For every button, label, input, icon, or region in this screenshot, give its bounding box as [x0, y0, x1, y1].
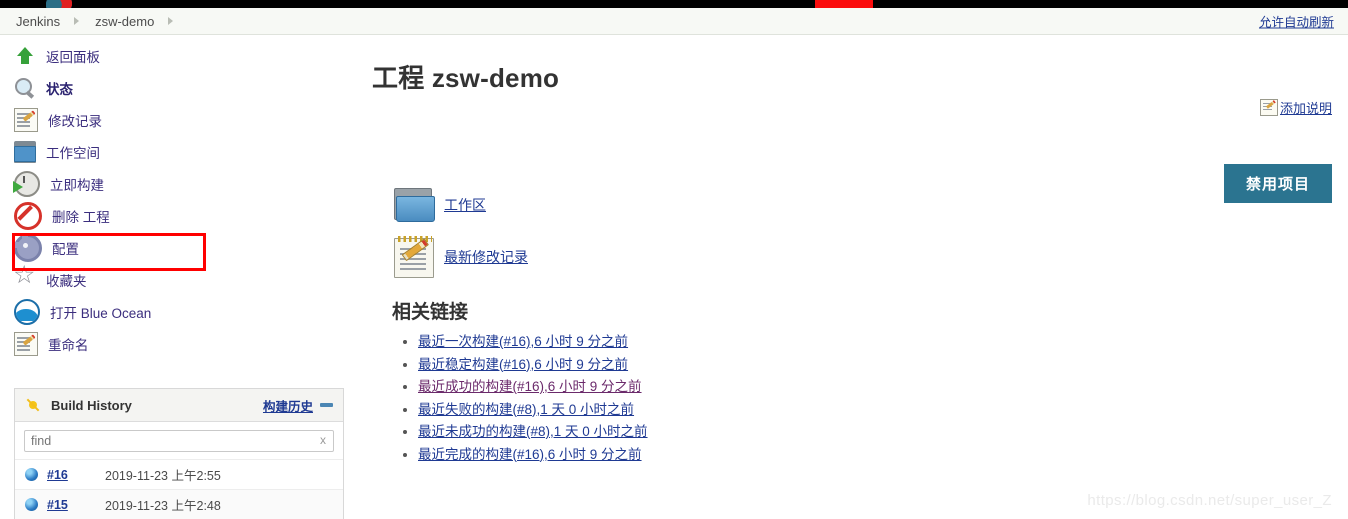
related-link-last-build[interactable]: 最近一次构建(#16),6 小时 9 分之前 [418, 334, 628, 349]
disable-project-button[interactable]: 禁用项目 [1223, 164, 1332, 203]
list-item: 最近稳定构建(#16),6 小时 9 分之前 [418, 353, 1348, 373]
build-trend-link[interactable]: 构建历史 [263, 396, 313, 415]
sidebar-item-label: 配置 [52, 242, 79, 257]
sidebar-item-back-to-dashboard[interactable]: 返回面板 [0, 40, 345, 72]
shortcut-workspace[interactable]: 工作区 [392, 179, 1348, 231]
star-icon [13, 263, 36, 291]
folder-icon [14, 141, 36, 163]
breadcrumb: Jenkins zsw-demo 允许自动刷新 [0, 8, 1348, 35]
list-item: 最近完成的构建(#16),6 小时 9 分之前 [418, 443, 1348, 463]
related-link-last-unsuccessful-build[interactable]: 最近未成功的构建(#8),1 天 0 小时之前 [418, 424, 648, 439]
sidebar-item-status[interactable]: 状态 [0, 72, 345, 104]
sidebar-item-label: 修改记录 [48, 114, 102, 129]
related-link-last-stable-build[interactable]: 最近稳定构建(#16),6 小时 9 分之前 [418, 357, 628, 372]
sidebar: 返回面板 状态 修改记录 工作空间 立即构建 删除 工程 配置 ☆ 收藏夹 打开… [0, 40, 345, 360]
sidebar-item-changes[interactable]: 修改记录 [0, 104, 345, 136]
notepad-pencil-icon [1259, 99, 1278, 116]
shortcut-list: 工作区 最新修改记录 [392, 179, 1348, 283]
build-history-find-wrap: x [15, 422, 343, 459]
gear-icon [14, 234, 42, 262]
breadcrumb-separator-icon [74, 17, 80, 25]
build-date: 2019-11-23 上午2:55 [105, 469, 221, 483]
sidebar-item-open-blue-ocean[interactable]: 打开 Blue Ocean [0, 296, 345, 328]
build-number-link[interactable]: #16 [47, 468, 105, 482]
sidebar-item-workspace[interactable]: 工作空间 [0, 136, 345, 168]
add-description-link[interactable]: 添加说明 [1280, 98, 1332, 117]
sidebar-item-favorites[interactable]: 收藏夹 [0, 263, 345, 296]
list-item: 最近失败的构建(#8),1 天 0 小时之前 [418, 398, 1348, 418]
build-number-link[interactable]: #15 [47, 498, 105, 512]
watermark: https://blog.csdn.net/super_user_Z [1087, 492, 1332, 509]
related-link-last-completed-build[interactable]: 最近完成的构建(#16),6 小时 9 分之前 [418, 447, 642, 462]
collapse-icon[interactable] [320, 403, 333, 407]
table-row[interactable]: #16 2019-11-23 上午2:55 [15, 459, 343, 489]
breadcrumb-separator-icon [168, 17, 174, 25]
sidebar-item-build-now[interactable]: 立即构建 [0, 168, 345, 200]
notepad-pencil-icon [14, 108, 38, 132]
build-history-title: Build History [51, 397, 132, 413]
related-link-last-failed-build[interactable]: 最近失败的构建(#8),1 天 0 小时之前 [418, 402, 634, 417]
build-history-header: Build History 构建历史 [15, 389, 343, 422]
sidebar-item-label: 工作空间 [46, 146, 100, 161]
folder-icon [392, 184, 436, 226]
list-item: 最近成功的构建(#16),6 小时 9 分之前 [418, 375, 1348, 395]
main-content: 工程 zsw-demo 添加说明 禁用项目 工作区 最新修改记录 相关链接 最近… [372, 40, 1348, 465]
sidebar-item-delete-project[interactable]: 删除 工程 [0, 200, 345, 232]
table-row[interactable]: #15 2019-11-23 上午2:48 [15, 489, 343, 519]
sidebar-item-label: 重命名 [48, 338, 89, 353]
shortcut-recent-changes[interactable]: 最新修改记录 [392, 231, 1348, 283]
no-entry-icon [14, 202, 42, 230]
sidebar-item-label: 状态 [46, 82, 73, 97]
sidebar-item-configure[interactable]: 配置 [0, 232, 345, 264]
page-root: Jenkins zsw-demo 允许自动刷新 返回面板 状态 修改记录 工作空… [0, 0, 1348, 519]
breadcrumb-item-jenkins[interactable]: Jenkins [16, 14, 60, 29]
sidebar-item-label: 打开 Blue Ocean [50, 306, 152, 321]
related-links-title: 相关链接 [392, 302, 469, 323]
shortcut-label[interactable]: 工作区 [444, 195, 486, 215]
build-status-ball-icon [25, 498, 38, 511]
build-status-ball-icon [25, 468, 38, 481]
shortcut-label[interactable]: 最新修改记录 [444, 247, 528, 267]
weather-sun-icon [25, 397, 41, 413]
notepad-pencil-icon [14, 332, 38, 356]
magnifier-icon [14, 77, 36, 99]
related-link-last-successful-build[interactable]: 最近成功的构建(#16),6 小时 9 分之前 [418, 379, 642, 394]
red-marker [815, 0, 873, 8]
build-history-panel: Build History 构建历史 x #16 2019-11-23 上午2:… [14, 388, 344, 519]
blue-ocean-icon [14, 299, 40, 325]
site-favicon [46, 0, 72, 8]
add-description-wrap: 添加说明 [1259, 98, 1332, 117]
sidebar-item-rename[interactable]: 重命名 [0, 328, 345, 360]
build-now-icon [13, 171, 40, 197]
notepad-pencil-icon [392, 236, 436, 278]
build-date: 2019-11-23 上午2:48 [105, 499, 221, 513]
browser-chrome-strip [0, 0, 1348, 8]
up-arrow-icon [14, 45, 36, 67]
page-title: 工程 zsw-demo [372, 63, 560, 93]
breadcrumb-item-project[interactable]: zsw-demo [95, 14, 154, 29]
sidebar-item-label: 返回面板 [46, 50, 100, 65]
list-item: 最近未成功的构建(#8),1 天 0 小时之前 [418, 420, 1348, 440]
auto-refresh-link[interactable]: 允许自动刷新 [1259, 12, 1334, 31]
build-history-find-input[interactable] [24, 430, 334, 452]
list-item: 最近一次构建(#16),6 小时 9 分之前 [418, 330, 1348, 350]
sidebar-item-label: 立即构建 [50, 178, 104, 193]
related-links-list: 最近一次构建(#16),6 小时 9 分之前 最近稳定构建(#16),6 小时 … [418, 330, 1348, 463]
sidebar-item-label: 删除 工程 [52, 210, 110, 225]
clear-icon[interactable]: x [320, 434, 326, 446]
sidebar-item-label: 收藏夹 [46, 274, 87, 289]
